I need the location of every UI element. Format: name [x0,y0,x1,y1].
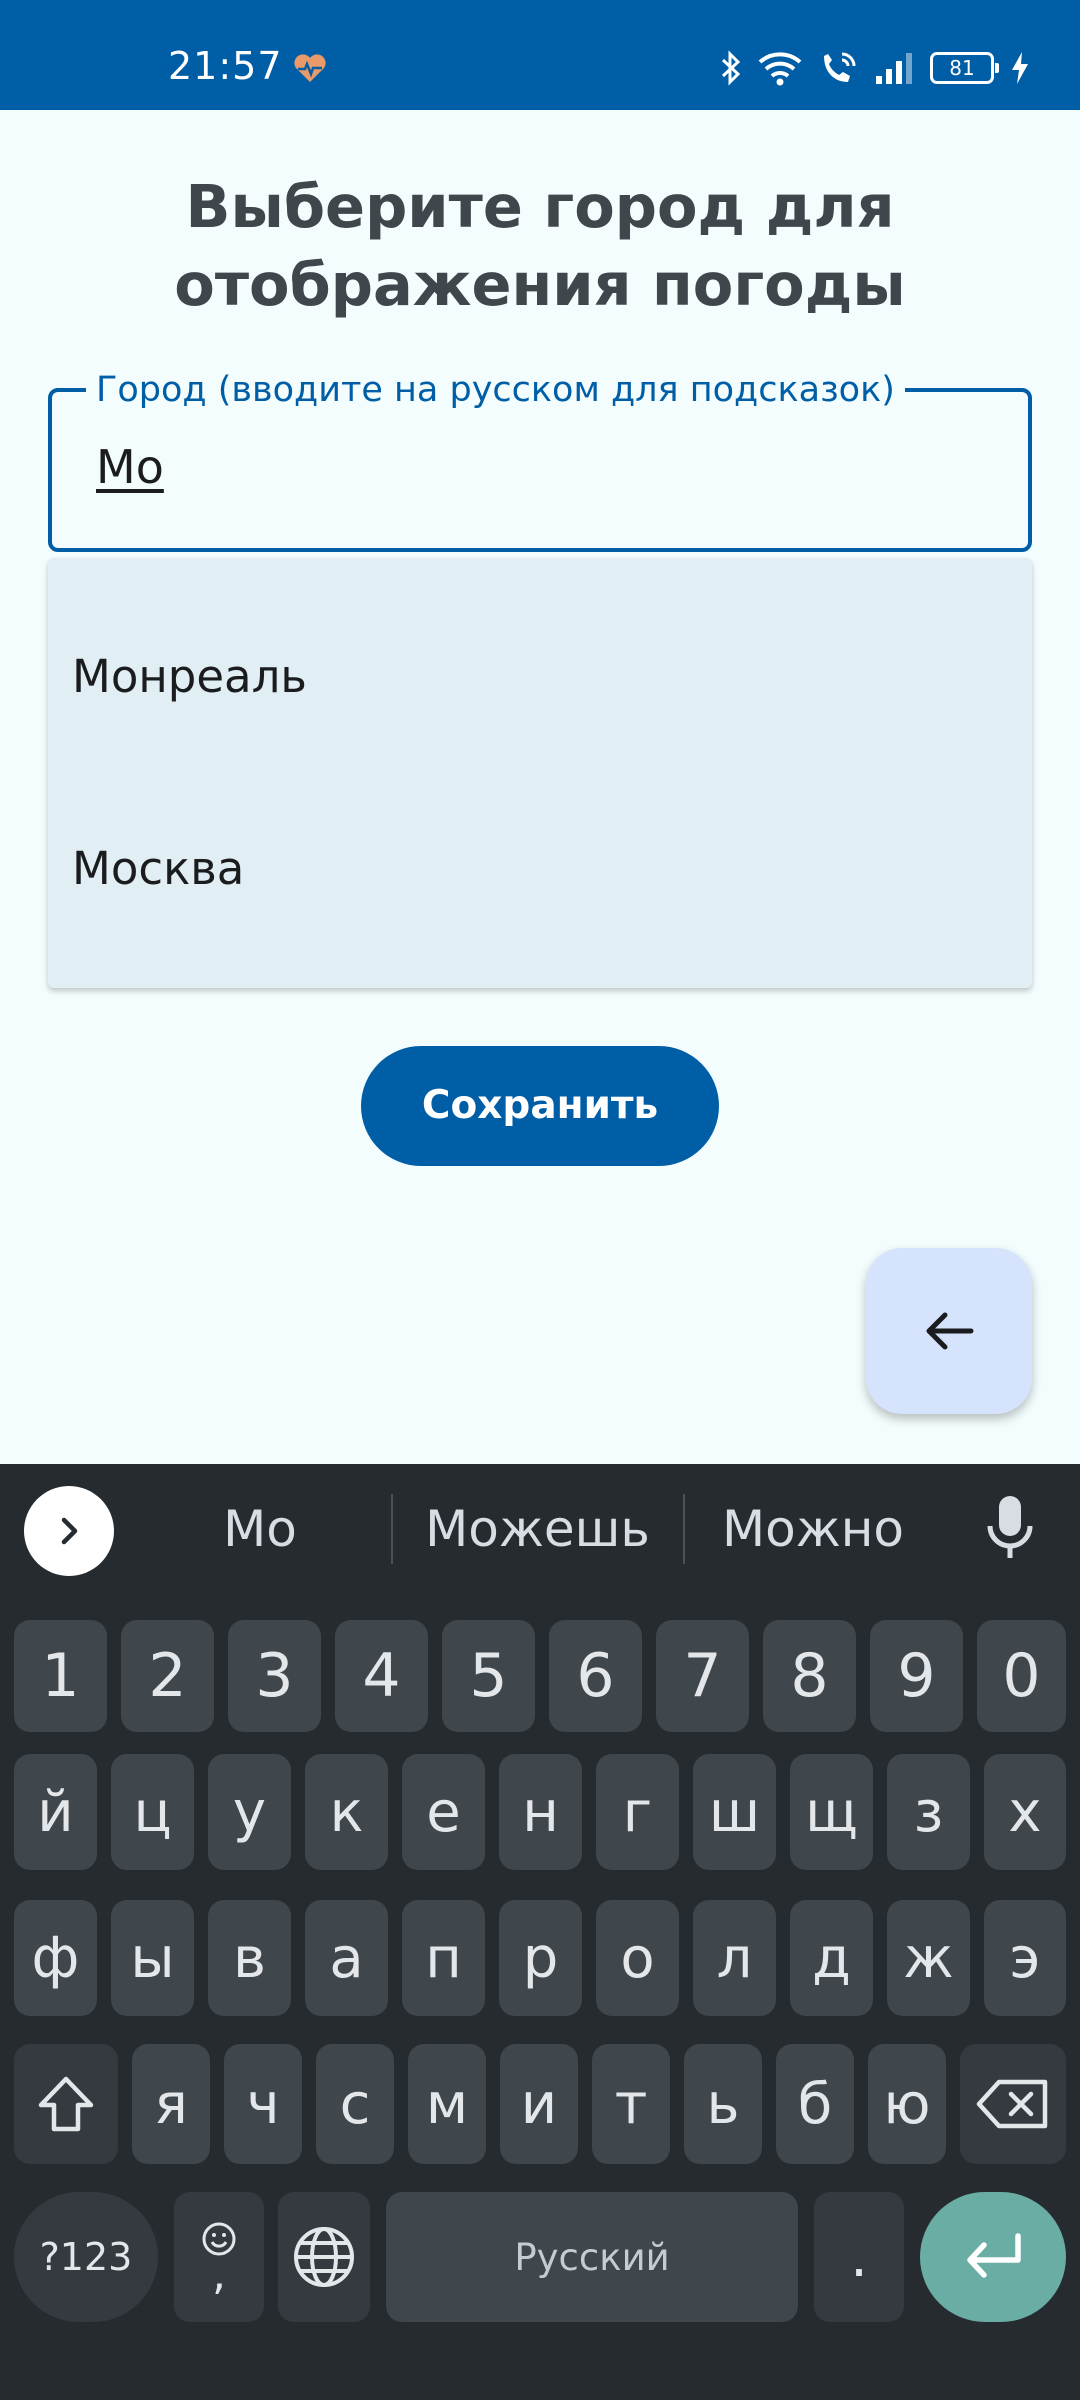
back-button[interactable] [866,1248,1032,1414]
city-input[interactable] [48,388,1032,552]
suggestion-item[interactable]: Монреаль [72,650,307,703]
status-time: 21:57 [168,44,283,88]
key[interactable]: й [14,1754,97,1870]
key[interactable]: 9 [870,1620,963,1732]
wifi-calling-icon [824,52,856,82]
key[interactable]: т [592,2044,670,2164]
battery-icon: 81 [930,52,999,84]
keyboard-expand-button[interactable] [24,1486,114,1576]
symbols-key[interactable]: ?123 [14,2192,158,2322]
key[interactable]: и [500,2044,578,2164]
key[interactable]: ы [111,1900,194,2016]
save-button[interactable]: Сохранить [361,1046,719,1166]
key[interactable]: п [402,1900,485,2016]
key[interactable]: о [596,1900,679,2016]
key[interactable]: х [984,1754,1066,1870]
keyboard-suggestion-bar: Мо Можешь Можно [0,1464,1080,1606]
key[interactable]: э [984,1900,1066,2016]
key[interactable]: в [208,1900,291,2016]
chevron-right-icon [61,1517,78,1545]
key[interactable]: 3 [228,1620,321,1732]
language-key[interactable] [278,2192,370,2322]
key[interactable]: 5 [442,1620,535,1732]
status-bar: 21:57 81 [0,0,1080,110]
city-input-value[interactable]: Мо [96,440,164,494]
key[interactable]: г [596,1754,679,1870]
key[interactable]: 2 [121,1620,214,1732]
key[interactable]: 7 [656,1620,749,1732]
wifi-icon [758,52,802,86]
page-title-line2: отображения погоды [174,250,906,319]
key[interactable]: ь [684,2044,762,2164]
enter-icon [967,2233,1021,2278]
heart-pulse-icon [294,54,326,82]
key[interactable]: а [305,1900,388,2016]
backspace-key[interactable] [960,2044,1066,2164]
arrow-back-icon [926,1312,974,1350]
bluetooth-icon [721,50,741,86]
period-key[interactable]: . [814,2192,904,2322]
key[interactable]: у [208,1754,291,1870]
key[interactable]: щ [790,1754,873,1870]
suggestion-item[interactable]: Москва [72,842,244,895]
signal-icon [876,53,912,84]
key[interactable]: н [499,1754,582,1870]
key[interactable]: д [790,1900,873,2016]
key[interactable]: 6 [549,1620,642,1732]
key[interactable]: 1 [14,1620,107,1732]
keyboard: Мо Можешь Можно 1 2 3 4 5 6 7 8 9 0 й ц … [0,1464,1080,2400]
backspace-icon [976,2079,1048,2129]
mic-icon[interactable] [984,1492,1036,1566]
suggestion-divider [683,1494,685,1564]
key[interactable]: к [305,1754,388,1870]
shift-key[interactable] [14,2044,118,2164]
globe-icon [294,2227,354,2287]
emoji-comma-key[interactable]: , [174,2192,264,2322]
keyboard-suggestion[interactable]: Мо [150,1500,370,1558]
key[interactable]: 8 [763,1620,856,1732]
page-title: Выберите город для отображения погоды [0,168,1080,324]
suggestion-divider [391,1494,393,1564]
city-suggestions-dropdown: Монреаль Москва [48,558,1032,988]
charging-icon [1012,52,1028,84]
key[interactable]: м [408,2044,486,2164]
key[interactable]: 4 [335,1620,428,1732]
key[interactable]: з [887,1754,970,1870]
key[interactable]: я [132,2044,210,2164]
keyboard-suggestion[interactable]: Можно [698,1500,928,1558]
key[interactable]: ч [224,2044,302,2164]
page-title-line1: Выберите город для [185,172,895,241]
key[interactable]: ф [14,1900,97,2016]
space-key[interactable]: Русский [386,2192,798,2322]
key[interactable]: ц [111,1754,194,1870]
key[interactable]: ю [868,2044,946,2164]
key[interactable]: р [499,1900,582,2016]
comma-label: , [212,2249,226,2300]
key[interactable]: б [776,2044,854,2164]
key[interactable]: л [693,1900,776,2016]
enter-key[interactable] [920,2192,1066,2322]
shift-icon [38,2076,94,2132]
key[interactable]: 0 [977,1620,1066,1732]
key[interactable]: с [316,2044,394,2164]
key[interactable]: ш [693,1754,776,1870]
key[interactable]: ж [887,1900,970,2016]
keyboard-suggestion[interactable]: Можешь [405,1500,670,1558]
city-input-label: Город (вводите на русском для подсказок) [86,370,905,410]
key[interactable]: е [402,1754,485,1870]
